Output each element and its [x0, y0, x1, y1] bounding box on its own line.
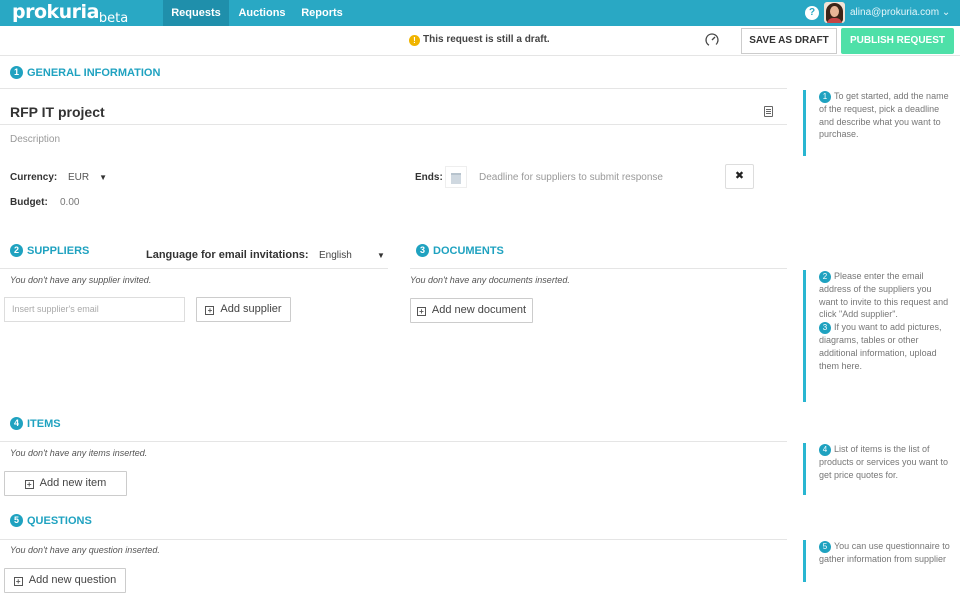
add-document-button[interactable]: + Add new document: [410, 298, 533, 323]
step-1-badge: 1: [10, 66, 23, 79]
draft-status-bar: ! This request is still a draft. SAVE AS…: [0, 26, 960, 56]
clear-deadline-button[interactable]: ✖: [725, 164, 754, 189]
deadline-input[interactable]: Deadline for suppliers to submit respons…: [479, 172, 663, 183]
description-field[interactable]: Description: [10, 134, 60, 145]
nav-tab-reports[interactable]: Reports: [296, 0, 348, 26]
currency-label: Currency:: [10, 172, 58, 183]
warning-icon: !: [409, 35, 420, 46]
help-step-4: 4 List of items is the list of products o…: [803, 443, 953, 495]
step-4-badge: 4: [819, 444, 831, 456]
add-question-button[interactable]: + Add new question: [4, 568, 126, 593]
add-supplier-button[interactable]: + Add supplier: [196, 297, 291, 322]
questions-empty-message: You don't have any question inserted.: [10, 545, 160, 555]
divider: [0, 124, 787, 125]
step-2-badge: 2: [819, 271, 831, 283]
plus-square-icon: +: [24, 480, 34, 489]
step-3-badge: 3: [819, 322, 831, 335]
currency-select[interactable]: EUR ▼: [68, 172, 107, 183]
add-item-button[interactable]: + Add new item: [4, 471, 127, 496]
beta-label: beta: [98, 11, 129, 26]
questions-heading: 5 QUESTIONS: [10, 513, 92, 529]
language-select[interactable]: English: [319, 250, 352, 261]
step-1-badge: 1: [819, 91, 831, 103]
general-information-heading: 1 GENERAL INFORMATION: [10, 65, 160, 81]
caret-down-icon: ▼: [99, 173, 108, 182]
items-empty-message: You don't have any items inserted.: [10, 448, 148, 458]
prokuria-logo[interactable]: prokuriabeta: [12, 1, 129, 26]
help-step-5: 5 You can use questionnaire to gather inf…: [803, 540, 953, 582]
suppliers-heading: 2 SUPPLIERS: [10, 243, 89, 259]
step-2-badge: 2: [10, 244, 23, 257]
divider: [0, 441, 787, 442]
user-menu[interactable]: alina@prokuria.com ⌄: [850, 0, 950, 26]
divider: [0, 88, 787, 89]
draft-status-text: This request is still a draft.: [423, 34, 550, 45]
step-5-badge: 5: [819, 541, 831, 553]
top-navigation-bar: prokuriabeta Requests Auctions Reports ?…: [0, 0, 960, 26]
chevron-down-icon: ⌄: [941, 7, 951, 18]
plus-square-icon: +: [416, 307, 426, 316]
nav-tab-auctions[interactable]: Auctions: [232, 0, 292, 26]
help-step-1: 1 To get started, add the name of the req…: [803, 90, 953, 156]
divider: [0, 268, 388, 269]
nav-tab-requests[interactable]: Requests: [163, 0, 229, 26]
budget-label: Budget:: [10, 197, 48, 208]
documents-empty-message: You don't have any documents inserted.: [410, 275, 570, 285]
supplier-email-input[interactable]: Insert supplier's email: [4, 297, 185, 322]
step-5-badge: 5: [10, 514, 23, 527]
document-icon[interactable]: [764, 106, 773, 117]
calendar-icon[interactable]: [445, 166, 467, 188]
plus-square-icon: +: [205, 306, 215, 315]
documents-heading: 3 DOCUMENTS: [416, 243, 504, 259]
ends-label: Ends:: [415, 172, 443, 183]
user-email: alina@prokuria.com: [850, 7, 940, 18]
language-label: Language for email invitations:: [146, 249, 309, 261]
step-3-badge: 3: [416, 244, 429, 257]
save-as-draft-button[interactable]: SAVE AS DRAFT: [741, 28, 837, 54]
plus-square-icon: +: [13, 577, 23, 586]
request-name-field[interactable]: RFP IT project: [10, 104, 105, 120]
divider: [410, 268, 787, 269]
help-icon[interactable]: ?: [805, 6, 819, 20]
speedometer-icon[interactable]: [704, 32, 720, 48]
divider: [0, 539, 787, 540]
budget-input[interactable]: 0.00: [60, 197, 79, 208]
currency-value: EUR: [68, 172, 90, 183]
step-4-badge: 4: [10, 417, 23, 430]
suppliers-empty-message: You don't have any supplier invited.: [10, 275, 152, 285]
items-heading: 4 ITEMS: [10, 416, 61, 432]
user-avatar[interactable]: [824, 2, 845, 23]
caret-down-icon[interactable]: ▼: [377, 251, 385, 260]
publish-request-button[interactable]: PUBLISH REQUEST: [841, 28, 954, 54]
help-step-2-3: 2 Please enter the email address of the s…: [803, 270, 953, 402]
